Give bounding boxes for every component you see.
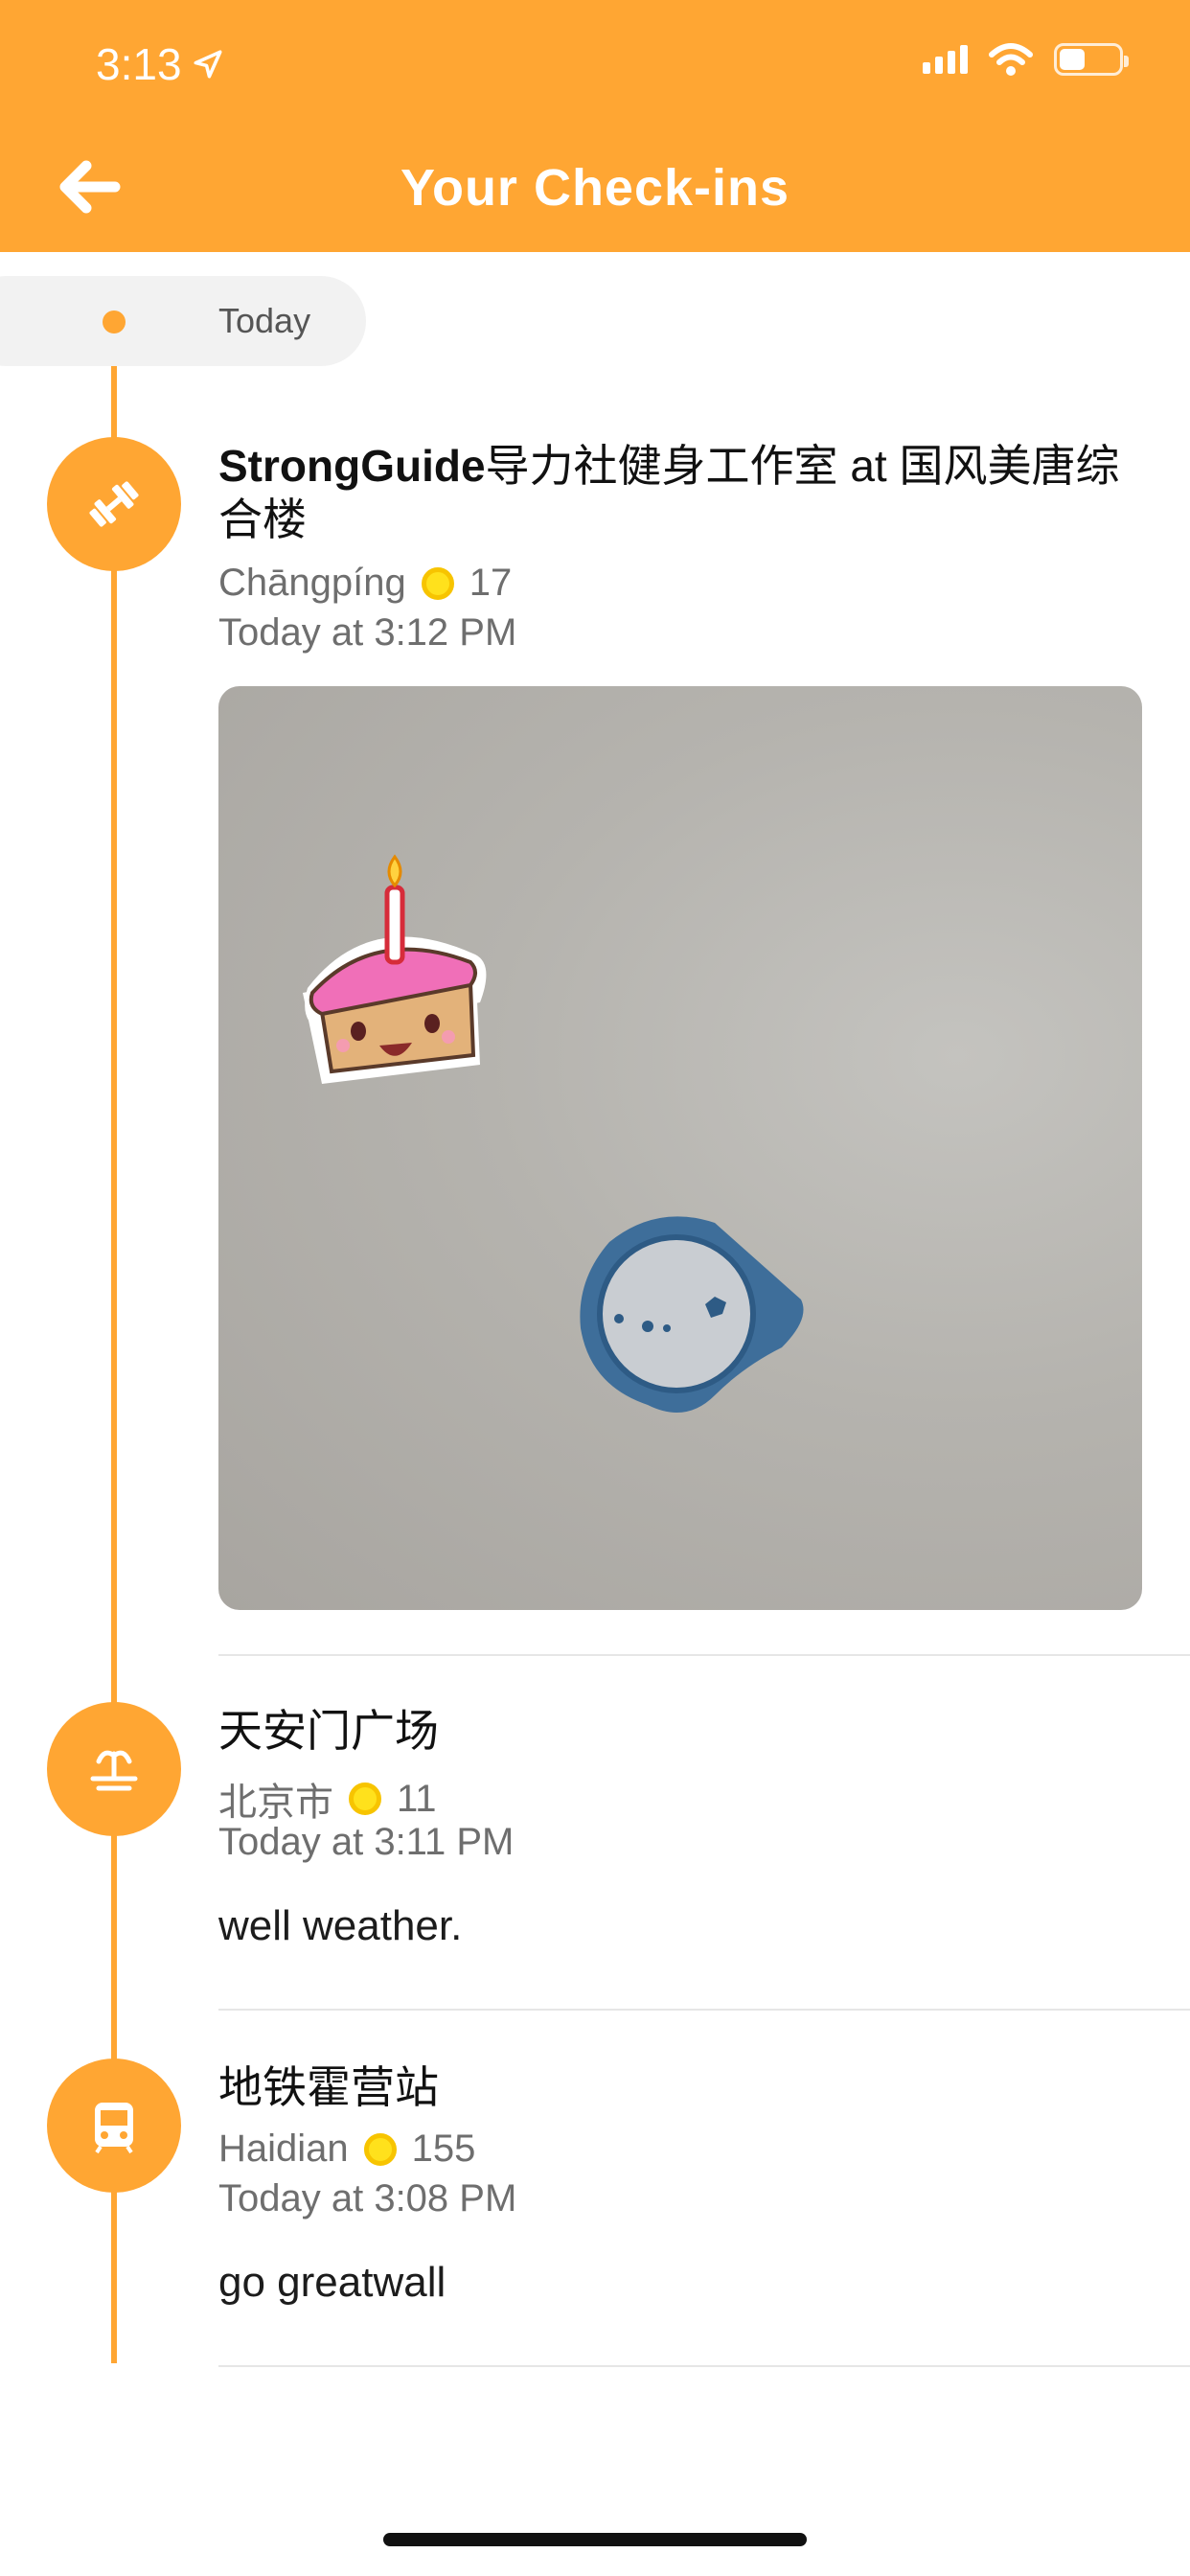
coin-icon (363, 2132, 397, 2166)
coin-count: 17 (469, 562, 513, 604)
coin-count: 155 (411, 2128, 476, 2170)
timeline-line (111, 322, 117, 2363)
header-bar: 3:13 Your Check-ins (0, 0, 1190, 252)
status-bar-time: 3:13 (96, 38, 224, 90)
checkin-venue-name[interactable]: 地铁霍营站 (218, 2060, 1157, 2114)
checkin-category-badge[interactable] (47, 2058, 181, 2193)
checkin-divider (218, 2365, 1190, 2367)
checkin-time: Today at 3:11 PM (218, 1821, 515, 1863)
checkin-meta: Chāngpíng 17 (218, 562, 512, 605)
checkin-venue-name[interactable]: StrongGuide导力社健身工作室 at 国风美唐综合楼 (218, 439, 1157, 546)
checkin-location: Haidian (218, 2128, 349, 2170)
status-indicators (923, 43, 1129, 76)
date-section-label: Today (218, 301, 311, 340)
checkin-venue-name[interactable]: 天安门广场 (218, 1704, 1157, 1758)
venue-name-bold: StrongGuide (218, 441, 486, 491)
status-time-text: 3:13 (96, 39, 182, 89)
checkin-location: 北京市 (218, 1782, 333, 1824)
dumbbell-icon (89, 481, 139, 527)
checkin-divider (218, 2009, 1190, 2011)
page-title: Your Check-ins (400, 159, 790, 217)
timeline-dot (103, 310, 126, 334)
checkin-shout: go greatwall (218, 2259, 446, 2306)
checkin-divider (218, 1654, 1190, 1656)
cellular-signal-icon (923, 45, 968, 74)
checkin-category-badge[interactable] (47, 1702, 181, 1836)
checkin-shout: well weather. (218, 1902, 463, 1949)
checkin-location: Chāngpíng (218, 562, 406, 604)
wifi-icon (989, 43, 1033, 76)
coin-count: 11 (397, 1777, 437, 1820)
coin-icon (421, 566, 454, 600)
checkin-category-badge[interactable] (47, 437, 181, 571)
coin-icon (349, 1782, 381, 1815)
checkin-meta: 北京市 11 (218, 1771, 437, 1827)
battery-icon (1054, 43, 1129, 76)
fountain-icon (90, 1750, 138, 1791)
date-section-pill (0, 276, 366, 366)
checkin-meta: Haidian 155 (218, 2128, 475, 2171)
checkin-time: Today at 3:08 PM (218, 2177, 517, 2220)
checkin-photo[interactable] (218, 686, 1142, 1610)
birthday-cake-sticker (303, 854, 487, 1084)
home-indicator[interactable] (383, 2533, 807, 2546)
checkin-time: Today at 3:12 PM (218, 611, 517, 654)
location-arrow-icon (194, 50, 222, 79)
ceiling-sensor-image (580, 1216, 804, 1413)
metro-train-icon (95, 2103, 133, 2154)
